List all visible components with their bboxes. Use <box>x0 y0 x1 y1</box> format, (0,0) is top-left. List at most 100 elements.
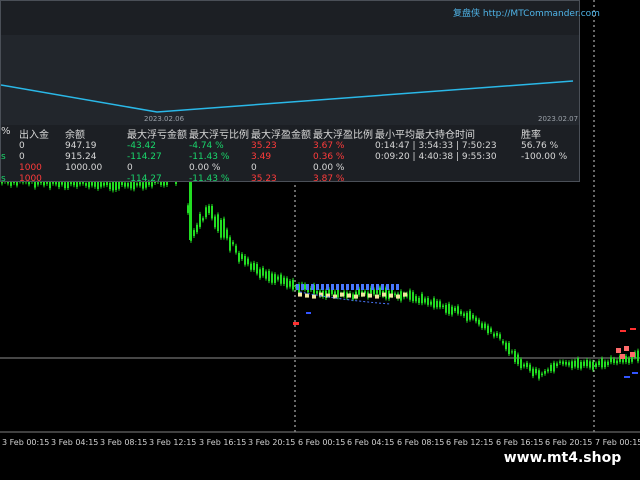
candle-body <box>352 294 354 300</box>
candle-body <box>277 276 279 280</box>
order-marker <box>616 348 621 353</box>
close-order-marker <box>347 293 351 298</box>
row-balance: 947.19 <box>65 141 97 151</box>
row-max-fp-pct: 3.67 % <box>313 141 345 151</box>
candle-body <box>409 290 411 300</box>
candle-body <box>571 361 573 369</box>
candle-body <box>607 361 609 366</box>
candle-body <box>586 360 588 367</box>
time-axis-label: 3 Feb 04:15 <box>51 438 99 447</box>
sell-order-marker <box>376 284 379 290</box>
backtest-overlay-panel: 复盘侠 http://MTCommander.com 2023.02.06 20… <box>0 0 600 185</box>
candle-body <box>532 368 534 377</box>
candle-body <box>433 298 435 308</box>
candle-body <box>529 364 531 371</box>
close-order-marker <box>382 292 386 297</box>
candle-body <box>400 291 402 301</box>
row-max-dd-pct: -11.43 % <box>189 174 230 184</box>
row-max-dd-amt: -114.27 <box>127 152 162 162</box>
sell-order-marker <box>311 284 314 290</box>
candle-body <box>304 284 306 290</box>
candle-body <box>415 296 417 302</box>
candle-body <box>214 216 216 228</box>
candle-body <box>523 364 525 367</box>
close-order-marker <box>403 292 407 297</box>
close-order-marker <box>389 293 393 298</box>
candle-body <box>568 362 570 366</box>
candle-body <box>595 363 597 368</box>
sell-order-marker <box>336 284 339 290</box>
candle-body <box>202 218 204 221</box>
sell-order-marker <box>351 284 354 290</box>
equity-date-start: 2023.02.06 <box>144 115 185 123</box>
row-deposit: 0 <box>19 141 25 151</box>
candle-body <box>589 361 591 368</box>
col-header: 最大浮亏比例 <box>189 130 249 141</box>
stats-row: 0 947.19 -43.42 -4.74 % 35.23 3.67 % 0:1… <box>1 141 579 152</box>
overlay-title[interactable]: 复盘侠 http://MTCommander.com <box>453 6 600 19</box>
candle-body <box>577 358 579 368</box>
candle-body <box>421 293 423 304</box>
candle-body <box>460 311 462 315</box>
candle-body <box>271 273 273 283</box>
candle-body <box>487 325 489 334</box>
candle-body <box>475 317 477 322</box>
candle-body <box>193 230 195 236</box>
time-axis-label: 6 Feb 08:15 <box>397 438 445 447</box>
candle-body <box>208 205 210 214</box>
candle-body <box>559 361 561 363</box>
row-pct <box>1 141 19 152</box>
row-max-dd-pct: 0.00 % <box>189 163 221 173</box>
candle-body <box>247 258 249 265</box>
stats-row: s 1000 -114.27 -11.43 % 35.23 3.87 % <box>1 174 579 185</box>
sell-order-marker <box>316 284 319 290</box>
stats-row: s 0 915.24 -114.27 -11.43 % 3.49 0.36 % … <box>1 152 579 163</box>
col-header: 余额 <box>65 130 85 141</box>
stats-row: 1000 1000.00 0 0.00 % 0 0.00 % <box>1 163 579 174</box>
candle-body <box>223 218 225 238</box>
sell-order-marker <box>381 284 384 290</box>
candle-body <box>562 361 564 365</box>
candle-body <box>292 279 294 290</box>
time-axis-label: 3 Feb 16:15 <box>199 438 247 447</box>
take-profit-marker <box>306 312 311 314</box>
sell-order-marker <box>386 284 389 290</box>
candle-body <box>445 304 447 313</box>
candle-body <box>526 362 528 367</box>
candle-body <box>187 205 189 213</box>
sl-tp-marker <box>620 330 626 332</box>
candle-body <box>598 361 600 365</box>
close-order-marker <box>375 294 379 299</box>
candle-body <box>547 369 549 372</box>
close-order-marker <box>354 294 358 299</box>
candle-body <box>478 319 480 325</box>
row-max-dd-pct: -11.43 % <box>189 152 230 162</box>
row-hold-time: 0:09:20 | 4:40:38 | 9:55:30 <box>375 152 497 162</box>
candle-body <box>550 364 552 372</box>
sell-order-marker <box>331 284 334 290</box>
candle-body <box>565 361 567 365</box>
candle-body <box>262 267 264 276</box>
candle-body <box>583 361 585 366</box>
sell-order-marker <box>396 284 399 290</box>
sell-order-marker <box>326 284 329 290</box>
row-max-fp-pct: 0.00 % <box>313 163 345 173</box>
candle-body <box>238 252 240 262</box>
row-max-fp-amt: 3.49 <box>251 152 272 162</box>
candle-body <box>289 280 291 287</box>
candle-body <box>454 307 456 312</box>
sell-order-marker <box>371 284 374 290</box>
candle-body <box>226 229 228 239</box>
candle-body <box>241 254 243 259</box>
sell-order-marker <box>361 284 364 290</box>
time-axis-label: 3 Feb 12:15 <box>149 438 197 447</box>
row-balance: 915.24 <box>65 152 97 162</box>
row-hold-time: 0:14:47 | 3:54:33 | 7:50:23 <box>375 141 497 151</box>
candle-body <box>490 328 492 332</box>
sell-order-marker <box>296 284 299 290</box>
candle-body <box>427 298 429 305</box>
row-max-fp-pct: 3.87 % <box>313 174 345 184</box>
row-winrate: 56.76 % <box>521 141 559 151</box>
candle-body <box>601 358 603 368</box>
close-order-marker <box>305 293 309 298</box>
